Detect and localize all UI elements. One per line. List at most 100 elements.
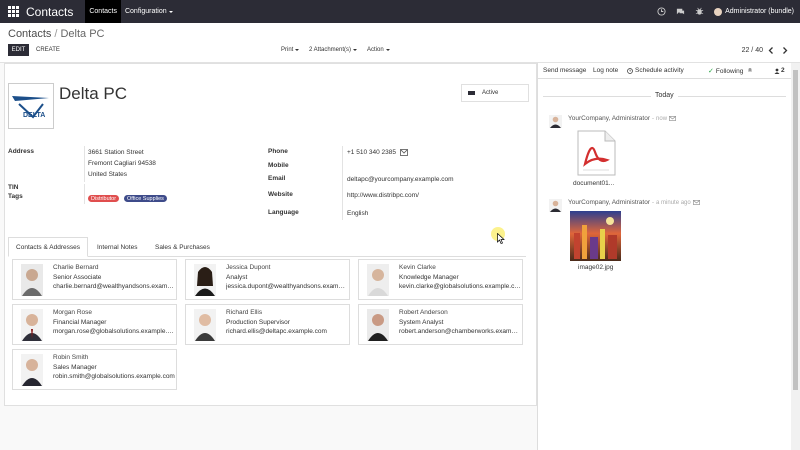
tab-internal-notes[interactable]: Internal Notes [97,237,137,257]
tag-office-supplies[interactable]: Office Supplies [124,195,167,202]
tag-distributor[interactable]: Distributor [88,195,120,202]
pdf-file-icon[interactable] [575,130,617,176]
pager-previous-button[interactable] [765,44,777,56]
user-avatar [714,7,723,16]
contact-photo [367,264,389,296]
email-field[interactable]: deltapc@yourcompany.example.com [347,176,454,183]
contact-name: Richard Ellis [226,309,263,316]
contact-photo [21,264,43,296]
schedule-activity-button[interactable]: Schedule activity [627,67,684,74]
country-field[interactable]: United States [88,171,127,178]
contact-name: Robin Smith [53,354,89,361]
contact-photo [194,309,216,341]
message-author[interactable]: YourCompany, Administrator [568,199,650,206]
contact-role: Analyst [226,274,248,281]
language-field[interactable]: English [347,210,368,217]
contact-photo [194,264,216,296]
contact-card[interactable]: Morgan Rose Financial Manager morgan.ros… [12,304,177,345]
print-label: Print [281,47,294,53]
website-label: Website [268,191,293,198]
contact-email: robin.smith@globalsolutions.example.com [53,373,175,380]
chevron-right-icon [783,46,788,54]
breadcrumb-current: Delta PC [60,28,105,40]
contact-email: kevin.clarke@globalsolutions.example.com [399,283,521,290]
company-logo[interactable]: DELTA [8,83,54,129]
chevron-down-icon [295,49,300,51]
message-time: now [656,115,668,122]
contact-email: morgan.rose@globalsolutions.example.com [53,328,175,335]
contact-name: Morgan Rose [53,309,93,316]
attachment-name[interactable]: image02.jpg [578,264,613,271]
sms-envelope-icon[interactable] [400,149,408,156]
logo-text: DELTA [23,112,45,119]
send-message-button[interactable]: Send message [543,67,586,74]
following-button[interactable]: ✓ Following [708,67,743,76]
breadcrumb-separator: / [54,28,58,40]
menu-contacts[interactable]: Contacts [85,0,121,23]
field-separator [84,146,85,182]
today-divider-left [543,96,651,97]
contact-role: Knowledge Manager [399,274,459,281]
active-toggle-button[interactable]: Active [461,84,529,102]
breadcrumb-parent[interactable]: Contacts [8,28,51,40]
contact-card[interactable]: Jessica Dupont Analyst jessica.dupont@we… [185,259,350,300]
chevron-down-icon [168,10,173,13]
menu-configuration[interactable]: Configuration [121,0,177,23]
chatter-scrollbar-thumb[interactable] [793,70,798,390]
debug-bug-icon[interactable] [695,7,704,16]
attachment-image-thumbnail[interactable] [570,211,621,261]
clock-icon [627,67,633,74]
phone-field[interactable]: +1 510 340 2385 [347,149,396,156]
contact-card[interactable]: Robert Anderson System Analyst robert.an… [358,304,523,345]
action-dropdown[interactable]: Action [367,44,390,56]
user-menu[interactable]: Administrator (bundle) [714,7,794,16]
contact-photo [21,354,43,386]
active-label: Active [482,90,499,96]
city-zip-field[interactable]: Fremont Cagliari 94538 [88,160,156,167]
website-field[interactable]: http://www.distribpc.com/ [347,192,419,199]
user-name: Administrator (bundle) [725,8,794,15]
tab-contacts-addresses[interactable]: Contacts & Addresses [8,237,88,257]
attachments-dropdown[interactable]: 2 Attachment(s) [309,44,358,56]
today-divider-right [678,96,786,97]
mouse-pointer-icon [497,233,505,244]
breadcrumb: Contacts / Delta PC [8,28,105,40]
print-dropdown[interactable]: Print [281,44,300,56]
contact-card[interactable]: Charlie Bernard Senior Associate charlie… [12,259,177,300]
log-note-button[interactable]: Log note [593,67,618,74]
mobile-label: Mobile [268,162,289,169]
attachment-name[interactable]: document01... [573,180,614,187]
chevron-left-icon [768,46,773,54]
activity-clock-icon[interactable] [657,7,666,16]
pager-next-button[interactable] [779,44,791,56]
message-header: YourCompany, Administrator - a minute ag… [568,199,700,206]
create-button[interactable]: CREATE [36,44,60,56]
language-label: Language [268,209,299,216]
contact-name: Charlie Bernard [53,264,99,271]
envelope-icon[interactable] [692,200,700,205]
contact-card[interactable]: Robin Smith Sales Manager robin.smith@gl… [12,349,177,390]
tags-label: Tags [8,193,23,200]
author-avatar[interactable] [549,199,562,212]
app-brand[interactable]: Contacts [26,5,73,19]
record-title[interactable]: Delta PC [59,84,127,104]
author-avatar[interactable] [549,115,562,128]
chatter-topbar-divider [537,78,793,79]
tab-sales-purchases[interactable]: Sales & Purchases [155,237,210,257]
contact-card[interactable]: Richard Ellis Production Supervisor rich… [185,304,350,345]
bell-icon[interactable] [747,67,753,73]
field-separator [84,184,85,204]
followers-count: 2 [781,67,785,74]
discuss-chat-icon[interactable] [676,7,685,16]
followers-button[interactable]: 2 [774,67,785,74]
tin-label: TIN [8,184,19,191]
apps-menu-icon[interactable] [8,5,20,18]
contact-card[interactable]: Kevin Clarke Knowledge Manager kevin.cla… [358,259,523,300]
top-navbar: Contacts Contacts Configuration Administ… [0,0,800,23]
street-field[interactable]: 3661 Station Street [88,149,144,156]
contact-email: charlie.bernard@wealthyandsons.example.c… [53,283,175,290]
pager-value[interactable]: 22 / 40 [742,44,763,56]
message-author[interactable]: YourCompany, Administrator [568,115,650,122]
edit-button[interactable]: EDIT [8,44,29,56]
envelope-icon[interactable] [669,116,676,121]
